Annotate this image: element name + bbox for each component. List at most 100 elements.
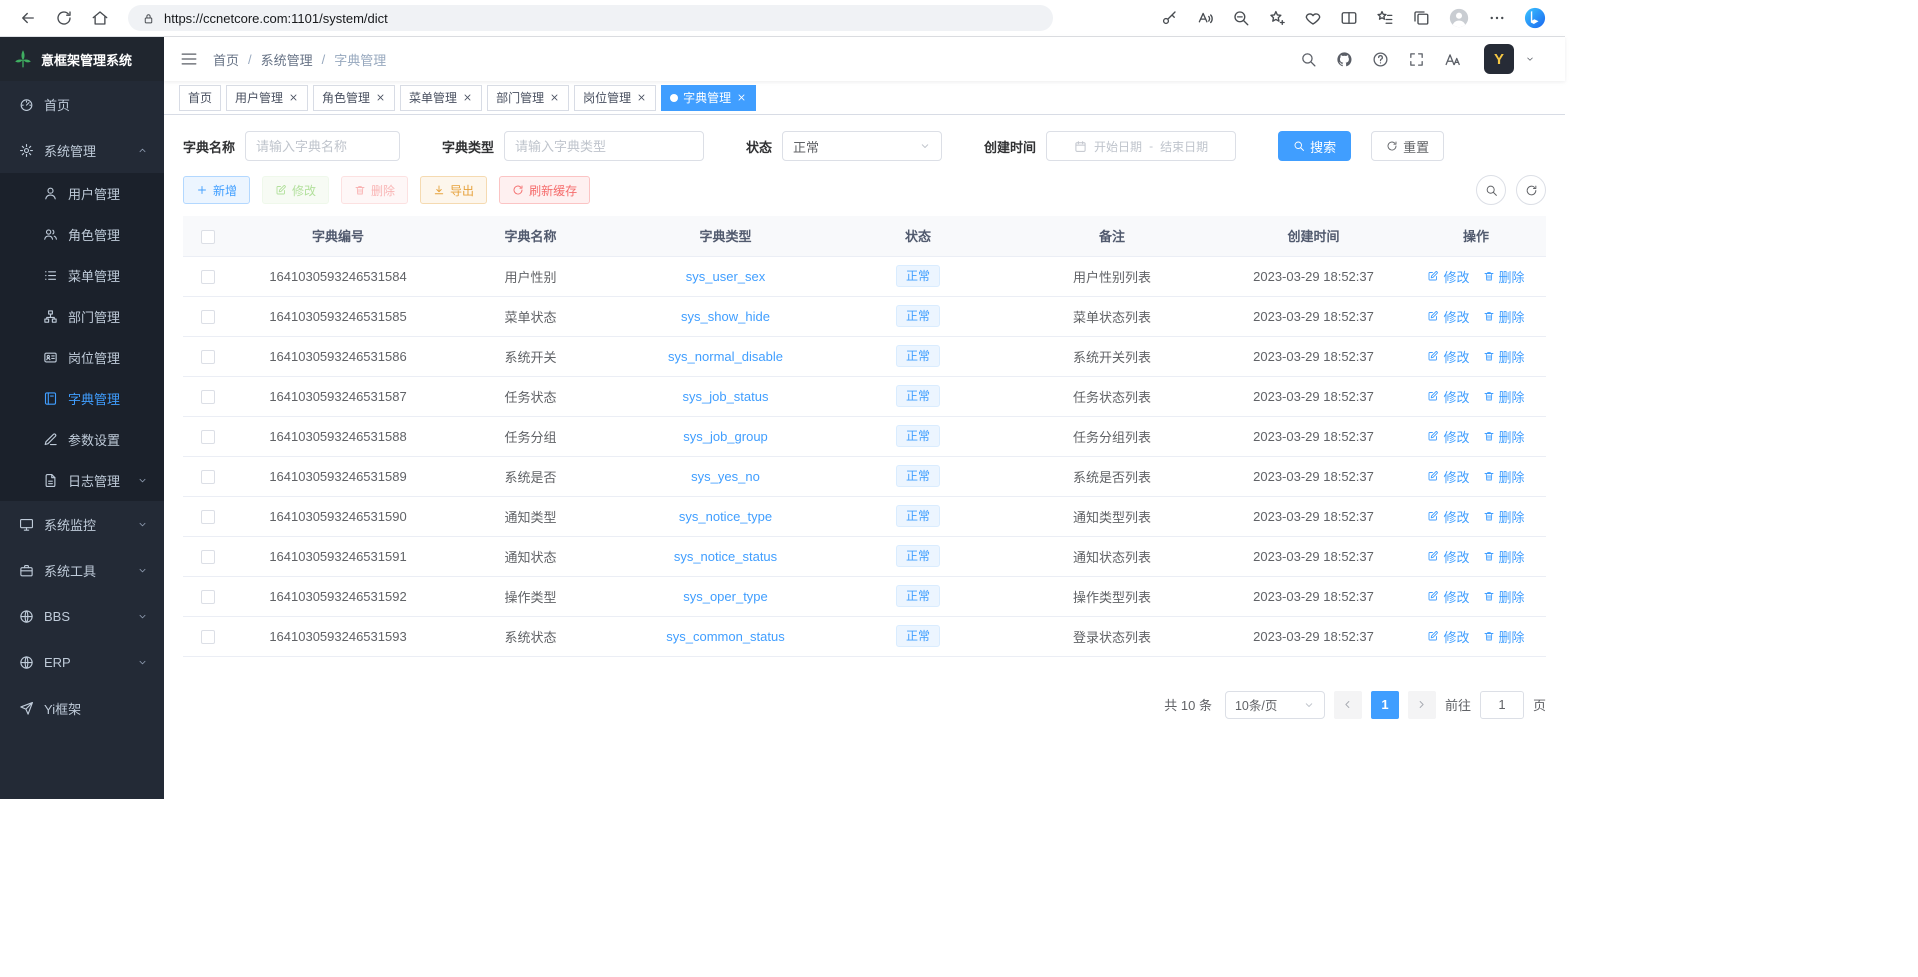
back-icon[interactable] — [19, 9, 37, 27]
github-icon[interactable] — [1336, 51, 1353, 68]
edit-row-link[interactable]: 修改 — [1427, 547, 1469, 566]
page-size-select[interactable]: 10条/页 — [1225, 691, 1325, 719]
delete-row-link[interactable]: 删除 — [1483, 347, 1525, 366]
tab-dict-management[interactable]: 字典管理 — [661, 85, 756, 111]
tab-post-management[interactable]: 岗位管理 — [574, 85, 656, 111]
read-aloud-icon[interactable] — [1196, 9, 1214, 27]
edit-row-link[interactable]: 修改 — [1427, 307, 1469, 326]
edit-row-link[interactable]: 修改 — [1427, 467, 1469, 486]
caret-down-icon[interactable] — [1525, 54, 1535, 64]
sidebar-item-erp[interactable]: ERP — [0, 639, 164, 685]
date-range-picker[interactable]: 开始日期 - 结束日期 — [1046, 131, 1236, 161]
select-all-checkbox[interactable] — [201, 230, 215, 244]
copilot-bing-icon[interactable] — [1524, 7, 1546, 29]
edit-row-link[interactable]: 修改 — [1427, 347, 1469, 366]
sidebar-item-bbs[interactable]: BBS — [0, 593, 164, 639]
close-tab-icon[interactable] — [288, 92, 299, 103]
next-page-button[interactable] — [1408, 691, 1436, 719]
row-checkbox[interactable] — [201, 630, 215, 644]
status-select[interactable]: 正常 — [782, 131, 942, 161]
sidebar-item-role-management[interactable]: 角色管理 — [0, 214, 164, 255]
row-checkbox[interactable] — [201, 270, 215, 284]
password-key-icon[interactable] — [1160, 9, 1178, 27]
close-tab-icon[interactable] — [636, 92, 647, 103]
goto-page-input[interactable] — [1480, 691, 1524, 719]
refresh-table-button[interactable] — [1516, 175, 1546, 205]
dict-type-input[interactable] — [504, 131, 704, 161]
row-checkbox[interactable] — [201, 390, 215, 404]
export-button[interactable]: 导出 — [420, 176, 487, 204]
delete-row-link[interactable]: 删除 — [1483, 507, 1525, 526]
edit-row-link[interactable]: 修改 — [1427, 387, 1469, 406]
sidebar-item-system-management[interactable]: 系统管理 — [0, 127, 164, 173]
hamburger-icon[interactable] — [180, 50, 198, 68]
search-button[interactable]: 搜索 — [1278, 131, 1351, 161]
close-tab-icon[interactable] — [462, 92, 473, 103]
favorites-bar-icon[interactable] — [1376, 9, 1394, 27]
profile-icon[interactable] — [1448, 7, 1470, 29]
reset-button[interactable]: 重置 — [1371, 131, 1444, 161]
zoom-icon[interactable] — [1232, 9, 1250, 27]
more-options-icon[interactable] — [1488, 9, 1506, 27]
user-avatar[interactable]: Y — [1484, 44, 1514, 74]
page-1-button[interactable]: 1 — [1371, 691, 1399, 719]
prev-page-button[interactable] — [1334, 691, 1362, 719]
sidebar-item-system-tools[interactable]: 系统工具 — [0, 547, 164, 593]
header-search-icon[interactable] — [1300, 51, 1317, 68]
edit-row-link[interactable]: 修改 — [1427, 267, 1469, 286]
row-checkbox[interactable] — [201, 350, 215, 364]
delete-row-link[interactable]: 删除 — [1483, 267, 1525, 286]
edit-row-link[interactable]: 修改 — [1427, 627, 1469, 646]
sidebar-item-dict-management[interactable]: 字典管理 — [0, 378, 164, 419]
toggle-search-button[interactable] — [1476, 175, 1506, 205]
dict-type-link[interactable]: sys_common_status — [666, 629, 785, 644]
tab-home[interactable]: 首页 — [179, 85, 221, 111]
dict-type-link[interactable]: sys_job_group — [683, 429, 768, 444]
delete-row-link[interactable]: 删除 — [1483, 387, 1525, 406]
font-size-icon[interactable] — [1444, 51, 1461, 68]
close-tab-icon[interactable] — [736, 92, 747, 103]
sidebar-item-yi-framework[interactable]: Yi框架 — [0, 685, 164, 731]
tab-menu-management[interactable]: 菜单管理 — [400, 85, 482, 111]
delete-button[interactable]: 删除 — [341, 176, 408, 204]
split-screen-icon[interactable] — [1340, 9, 1358, 27]
edit-row-link[interactable]: 修改 — [1427, 427, 1469, 446]
dict-type-link[interactable]: sys_normal_disable — [668, 349, 783, 364]
tab-role-management[interactable]: 角色管理 — [313, 85, 395, 111]
address-bar[interactable]: https://ccnetcore.com:1101/system/dict — [128, 5, 1053, 31]
row-checkbox[interactable] — [201, 510, 215, 524]
delete-row-link[interactable]: 删除 — [1483, 587, 1525, 606]
delete-row-link[interactable]: 删除 — [1483, 427, 1525, 446]
row-checkbox[interactable] — [201, 470, 215, 484]
browser-essentials-icon[interactable] — [1304, 9, 1322, 27]
close-tab-icon[interactable] — [549, 92, 560, 103]
dict-type-link[interactable]: sys_show_hide — [681, 309, 770, 324]
breadcrumb-item[interactable]: 系统管理 — [261, 50, 313, 69]
collections-icon[interactable] — [1412, 9, 1430, 27]
sidebar-item-home[interactable]: 首页 — [0, 81, 164, 127]
sidebar-item-post-management[interactable]: 岗位管理 — [0, 337, 164, 378]
sidebar-item-param-settings[interactable]: 参数设置 — [0, 419, 164, 460]
help-icon[interactable] — [1372, 51, 1389, 68]
dict-type-link[interactable]: sys_yes_no — [691, 469, 760, 484]
row-checkbox[interactable] — [201, 590, 215, 604]
breadcrumb-item[interactable]: 首页 — [213, 50, 239, 69]
sidebar-item-log-management[interactable]: 日志管理 — [0, 460, 164, 501]
tab-user-management[interactable]: 用户管理 — [226, 85, 308, 111]
dict-type-link[interactable]: sys_notice_type — [679, 509, 772, 524]
dict-type-link[interactable]: sys_job_status — [683, 389, 769, 404]
row-checkbox[interactable] — [201, 430, 215, 444]
sidebar-item-menu-management[interactable]: 菜单管理 — [0, 255, 164, 296]
refresh-icon[interactable] — [55, 9, 73, 27]
row-checkbox[interactable] — [201, 310, 215, 324]
dict-type-link[interactable]: sys_oper_type — [683, 589, 768, 604]
delete-row-link[interactable]: 删除 — [1483, 467, 1525, 486]
close-tab-icon[interactable] — [375, 92, 386, 103]
dict-type-link[interactable]: sys_user_sex — [686, 269, 765, 284]
refresh-cache-button[interactable]: 刷新缓存 — [499, 176, 590, 204]
delete-row-link[interactable]: 删除 — [1483, 307, 1525, 326]
sidebar-item-dept-management[interactable]: 部门管理 — [0, 296, 164, 337]
add-button[interactable]: 新增 — [183, 176, 250, 204]
sidebar-item-system-monitor[interactable]: 系统监控 — [0, 501, 164, 547]
row-checkbox[interactable] — [201, 550, 215, 564]
